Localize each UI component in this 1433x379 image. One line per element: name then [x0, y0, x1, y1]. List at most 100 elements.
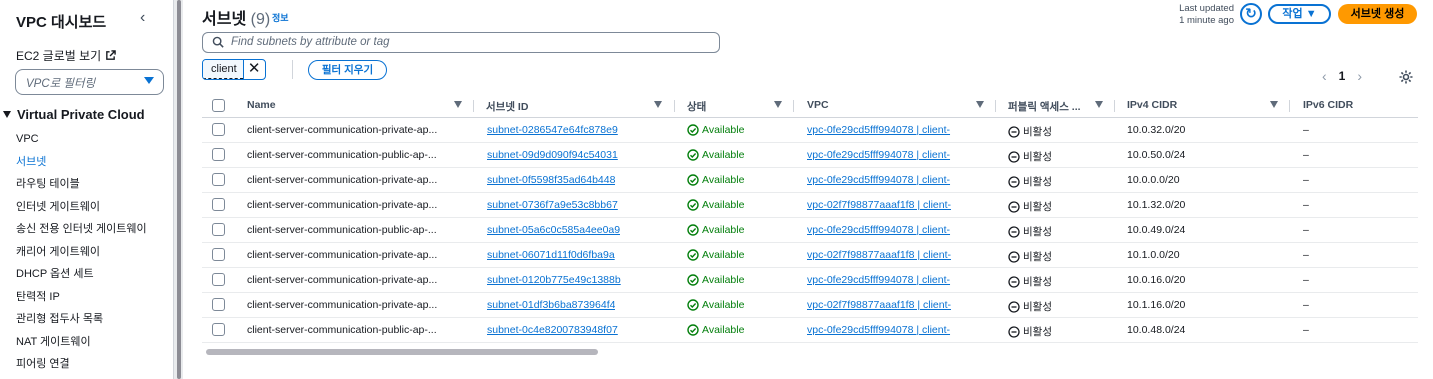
- table-row[interactable]: client-server-communication-private-ap..…: [202, 293, 1418, 318]
- minus-circle-icon: [1008, 250, 1020, 263]
- col-separator[interactable]: [1289, 100, 1290, 112]
- col-header-state[interactable]: 상태: [687, 99, 706, 114]
- sidebar-title[interactable]: VPC 대시보드: [16, 11, 106, 32]
- table-row[interactable]: client-server-communication-private-ap..…: [202, 118, 1418, 143]
- col-separator[interactable]: [473, 100, 474, 112]
- subnet-id-link[interactable]: subnet-06071d11f0d6fba9a: [487, 249, 615, 261]
- subnet-id-link[interactable]: subnet-05a6c0c585a4ee0a9: [487, 224, 620, 236]
- row-checkbox[interactable]: [212, 173, 225, 186]
- row-checkbox[interactable]: [212, 273, 225, 286]
- sidebar-item-elastic-ips[interactable]: 탄력적 IP: [16, 286, 147, 309]
- row-checkbox[interactable]: [212, 223, 225, 236]
- row-checkbox[interactable]: [212, 198, 225, 211]
- vpc-link[interactable]: vpc-0fe29cd5fff994078 | client-: [807, 324, 980, 336]
- divider: [292, 60, 293, 79]
- info-link[interactable]: 정보: [272, 11, 289, 24]
- public-access-status: 비활성: [1008, 249, 1052, 264]
- col-header-vpc[interactable]: VPC: [807, 99, 829, 111]
- table-row[interactable]: client-server-communication-private-ap..…: [202, 168, 1418, 193]
- row-checkbox[interactable]: [212, 123, 225, 136]
- col-header-public-access[interactable]: 퍼블릭 액세스 ...: [1008, 99, 1081, 114]
- sidebar-item-internet-gateways[interactable]: 인터넷 게이트웨이: [16, 196, 147, 219]
- refresh-button[interactable]: ↻: [1240, 3, 1262, 25]
- sidebar-section-vpc[interactable]: Virtual Private Cloud: [3, 107, 145, 122]
- status-text: Available: [702, 249, 745, 261]
- sidebar-item-peering[interactable]: 피어링 연결: [16, 353, 147, 376]
- vpc-link[interactable]: vpc-02f7f98877aaaf1f8 | client-: [807, 299, 980, 311]
- external-link-icon: [106, 50, 116, 60]
- vpc-link[interactable]: vpc-0fe29cd5fff994078 | client-: [807, 224, 980, 236]
- close-icon[interactable]: ✕: [242, 60, 265, 79]
- col-header-name[interactable]: Name: [247, 99, 276, 111]
- sidebar-item-subnets[interactable]: 서브넷: [16, 151, 147, 174]
- global-view-link[interactable]: EC2 글로벌 보기: [16, 47, 116, 64]
- sort-icon[interactable]: [454, 101, 462, 108]
- sort-icon[interactable]: [1095, 101, 1103, 108]
- clear-filters-button[interactable]: 필터 지우기: [308, 60, 387, 80]
- scrollbar-thumb[interactable]: [206, 349, 598, 355]
- vpc-link[interactable]: vpc-0fe29cd5fff994078 | client-: [807, 174, 980, 186]
- subnet-id-link[interactable]: subnet-0120b775e49c1388b: [487, 274, 621, 286]
- sidebar-item-carrier-gateways[interactable]: 캐리어 게이트웨이: [16, 241, 147, 264]
- row-checkbox[interactable]: [212, 323, 225, 336]
- table-row[interactable]: client-server-communication-public-ap-..…: [202, 318, 1418, 343]
- check-circle-icon: [687, 174, 699, 186]
- sort-icon[interactable]: [654, 101, 662, 108]
- sidebar-item-nat-gateways[interactable]: NAT 게이트웨이: [16, 331, 147, 354]
- col-header-ipv4-cidr[interactable]: IPv4 CIDR: [1127, 99, 1177, 111]
- table-row[interactable]: client-server-communication-private-ap..…: [202, 243, 1418, 268]
- public-access-status: 비활성: [1008, 224, 1052, 239]
- chevron-right-icon[interactable]: ›: [1357, 68, 1362, 84]
- create-subnet-button[interactable]: 서브넷 생성: [1338, 4, 1417, 24]
- row-checkbox[interactable]: [212, 248, 225, 261]
- chevron-left-icon[interactable]: ‹: [140, 9, 145, 27]
- sidebar-item-vpc[interactable]: VPC: [16, 128, 147, 151]
- sidebar-scrollbar[interactable]: [173, 0, 183, 379]
- subnet-name: client-server-communication-private-ap..…: [247, 274, 438, 286]
- row-checkbox[interactable]: [212, 148, 225, 161]
- search-input[interactable]: Find subnets by attribute or tag: [202, 32, 720, 53]
- sort-icon[interactable]: [774, 101, 782, 108]
- page-number[interactable]: 1: [1339, 69, 1346, 83]
- chevron-left-icon[interactable]: ‹: [1322, 68, 1327, 84]
- subnet-id-link[interactable]: subnet-09d9d090f94c54031: [487, 149, 618, 161]
- vpc-link[interactable]: vpc-02f7f98877aaaf1f8 | client-: [807, 199, 980, 211]
- subnet-id-link[interactable]: subnet-0f5598f35ad64b448: [487, 174, 615, 186]
- col-separator[interactable]: [674, 100, 675, 112]
- col-header-ipv6-cidr[interactable]: IPv6 CIDR: [1303, 99, 1353, 111]
- subnet-id-link[interactable]: subnet-0736f7a9e53c8bb67: [487, 199, 618, 211]
- col-header-subnet-id[interactable]: 서브넷 ID: [486, 99, 528, 114]
- gear-icon[interactable]: [1398, 69, 1414, 85]
- table-row[interactable]: client-server-communication-private-ap..…: [202, 193, 1418, 218]
- table-row[interactable]: client-server-communication-private-ap..…: [202, 268, 1418, 293]
- subnet-id-link[interactable]: subnet-0286547e64fc878e9: [487, 124, 618, 136]
- sidebar-item-egress-only-igw[interactable]: 송신 전용 인터넷 게이트웨이: [16, 218, 147, 241]
- global-view-label[interactable]: EC2 글로벌 보기: [16, 47, 101, 64]
- sidebar-item-prefix-lists[interactable]: 관리형 접두사 목록: [16, 308, 147, 331]
- subnet-name: client-server-communication-private-ap..…: [247, 174, 438, 186]
- sort-icon[interactable]: [976, 101, 984, 108]
- col-separator[interactable]: [793, 100, 794, 112]
- sort-icon[interactable]: [1270, 101, 1278, 108]
- vpc-link[interactable]: vpc-0fe29cd5fff994078 | client-: [807, 274, 980, 286]
- vpc-link[interactable]: vpc-0fe29cd5fff994078 | client-: [807, 149, 980, 161]
- subnet-id-link[interactable]: subnet-0c4e8200783948f07: [487, 324, 618, 336]
- table-row[interactable]: client-server-communication-public-ap-..…: [202, 143, 1418, 168]
- public-access-text: 비활성: [1023, 151, 1052, 163]
- minus-circle-icon: [1008, 300, 1020, 313]
- col-separator[interactable]: [1114, 100, 1115, 112]
- sidebar-item-dhcp-options[interactable]: DHCP 옵션 세트: [16, 263, 147, 286]
- horizontal-scrollbar[interactable]: [202, 348, 1418, 356]
- vpc-link[interactable]: vpc-0fe29cd5fff994078 | client-: [807, 124, 980, 136]
- actions-button[interactable]: 작업 ▼: [1268, 4, 1331, 24]
- select-all-checkbox[interactable]: [212, 99, 225, 112]
- vpc-filter-select[interactable]: VPC로 필터링: [15, 69, 164, 95]
- scrollbar-thumb[interactable]: [177, 0, 181, 379]
- row-checkbox[interactable]: [212, 298, 225, 311]
- sidebar-item-route-tables[interactable]: 라우팅 테이블: [16, 173, 147, 196]
- subnet-id-link[interactable]: subnet-01df3b6ba873964f4: [487, 299, 615, 311]
- sidebar-nav: VPC 서브넷 라우팅 테이블 인터넷 게이트웨이 송신 전용 인터넷 게이트웨…: [16, 128, 147, 376]
- table-row[interactable]: client-server-communication-public-ap-..…: [202, 218, 1418, 243]
- vpc-link[interactable]: vpc-02f7f98877aaaf1f8 | client-: [807, 249, 980, 261]
- col-separator[interactable]: [995, 100, 996, 112]
